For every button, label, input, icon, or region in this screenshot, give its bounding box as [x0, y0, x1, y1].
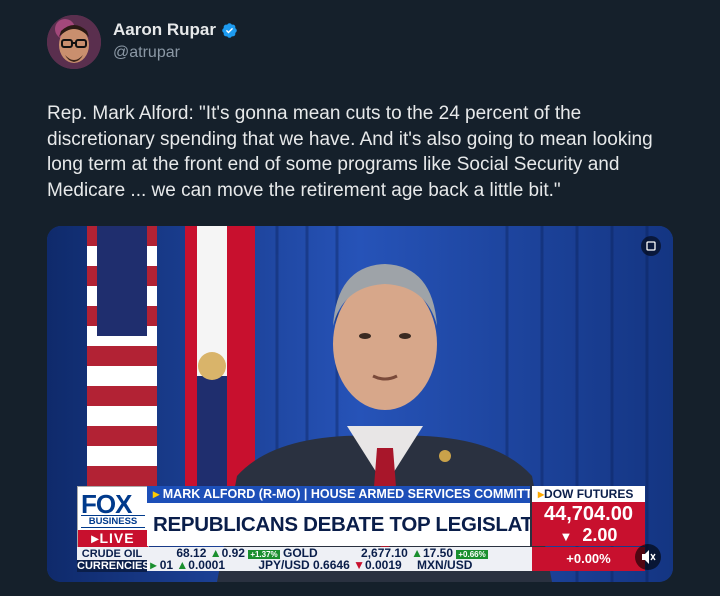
business-label: BUSINESS: [81, 515, 145, 528]
nameplate: ▸ MARK ALFORD (R-MO) | HOUSE ARMED SERVI…: [147, 486, 530, 503]
nameplate-text: MARK ALFORD (R-MO) | HOUSE ARMED SERVICE…: [162, 487, 530, 501]
verified-badge-icon: [222, 22, 237, 38]
dow-change: ▼ 2.00: [532, 525, 645, 546]
dow-value: 44,704.00: [544, 503, 633, 525]
ticker-change: 0.0019: [364, 558, 402, 572]
author-name-row[interactable]: Aaron Rupar: [113, 20, 238, 40]
market-ticker: CRUDE OIL 68.12 ▲0.92 +1.37% GOLD 2,677.…: [77, 547, 645, 572]
dow-change-value: 2.00: [582, 525, 618, 545]
tweet-text: Rep. Mark Alford: "It's gonna mean cuts …: [47, 103, 653, 201]
live-label: LIVE: [99, 530, 135, 546]
play-triangle-icon: ▸: [150, 558, 160, 572]
dow-futures-box: ▸DOW FUTURES 44,704.00 ▼ 2.00: [532, 486, 645, 546]
ticker-label: JPY/USD: [258, 558, 310, 572]
play-triangle-icon: ▸: [153, 487, 163, 501]
down-triangle-icon: ▼: [559, 529, 573, 544]
missouri-flag: [185, 226, 255, 496]
mute-icon[interactable]: [635, 544, 661, 570]
author-handle[interactable]: @atrupar: [113, 44, 180, 62]
ticker-value: 01: [159, 558, 174, 572]
dow-pct-change: +0.00%: [532, 547, 645, 571]
video-player[interactable]: FOX BUSINESS ▸LIVE ▸ MARK ALFORD (R-MO) …: [47, 226, 673, 582]
us-flag: [87, 226, 157, 496]
ticker-row-2: CURRENCIES ▸ 01 ▲0.0001 JPY/USD 0.6646 ▼…: [77, 558, 473, 572]
news-chyron: FOX BUSINESS ▸LIVE ▸ MARK ALFORD (R-MO) …: [77, 486, 645, 572]
down-triangle-icon: ▼: [353, 558, 365, 572]
ticker-change: 0.0001: [188, 558, 225, 572]
avatar[interactable]: [47, 15, 101, 69]
ticker-label: CURRENCIES: [77, 560, 150, 572]
chyron-headline: REPUBLICANS DEBATE TOP LEGISLATIVE PRIOR…: [147, 503, 530, 546]
live-badge: ▸LIVE: [78, 530, 148, 547]
avatar-image: [47, 15, 101, 69]
author-display-name[interactable]: Aaron Rupar: [113, 20, 216, 40]
dow-label-text: DOW FUTURES: [544, 487, 634, 501]
dow-label: ▸DOW FUTURES: [532, 486, 645, 502]
up-triangle-icon: ▲: [176, 558, 189, 572]
fox-business-logo: FOX BUSINESS ▸LIVE: [77, 486, 149, 548]
ticker-label: MXN/USD: [417, 558, 473, 572]
ticker-value: 0.6646: [313, 558, 350, 572]
expand-icon[interactable]: [641, 236, 661, 256]
